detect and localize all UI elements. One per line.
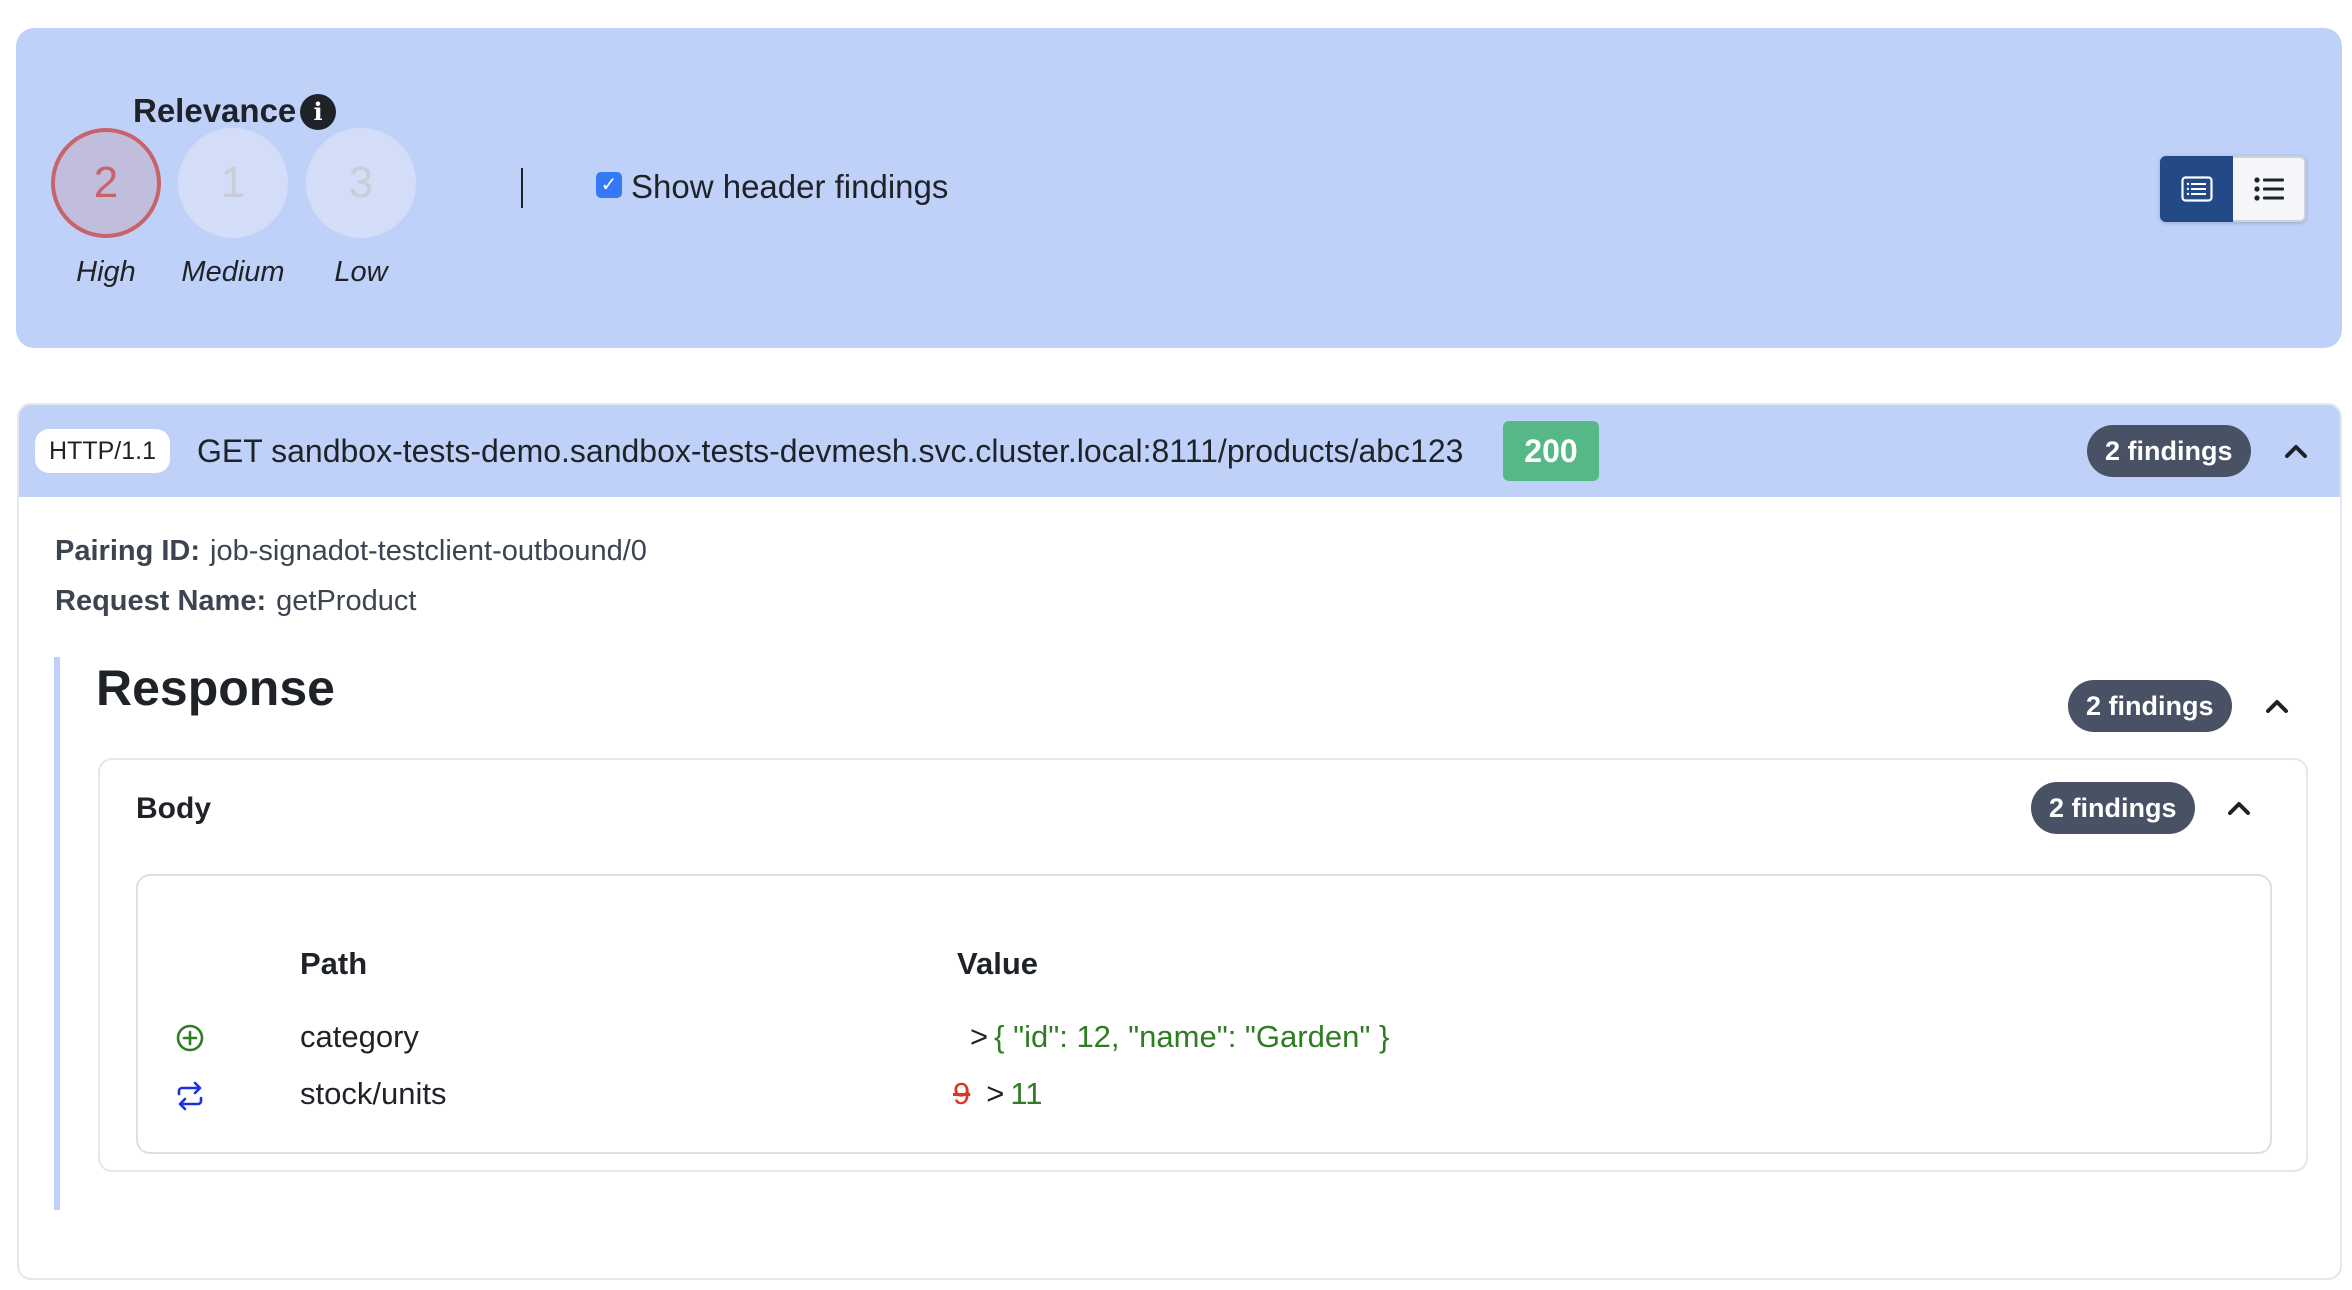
body-title[interactable]: Body bbox=[136, 792, 211, 826]
bullet-list-icon bbox=[2253, 177, 2284, 201]
relevance-medium-label: Medium bbox=[181, 256, 285, 288]
response-section-bar bbox=[54, 657, 60, 1210]
show-header-findings-label[interactable]: Show header findings bbox=[631, 168, 948, 206]
detailed-view-button[interactable] bbox=[2160, 156, 2233, 222]
request-findings-badge: 2 findings bbox=[2087, 425, 2251, 477]
relevance-high-label: High bbox=[76, 256, 136, 288]
column-header-value: Value bbox=[957, 946, 1038, 981]
chevron-up-icon[interactable] bbox=[2281, 436, 2311, 466]
plus-circle-icon bbox=[176, 1024, 204, 1052]
diff-row-value: >{ "id": 12, "name": "Garden" } bbox=[970, 1019, 1389, 1055]
protocol-badge: HTTP/1.1 bbox=[35, 429, 170, 473]
relevance-medium-count: 1 bbox=[220, 158, 246, 207]
swap-arrows-icon bbox=[177, 1081, 203, 1111]
list-view-button[interactable] bbox=[2233, 156, 2306, 222]
relevance-low-count: 3 bbox=[348, 158, 374, 207]
list-card-icon bbox=[2180, 176, 2213, 202]
arrow-right-icon: > bbox=[970, 1019, 989, 1054]
body-section: Body 2 findings Path Value category >{ "… bbox=[98, 758, 2308, 1172]
relevance-high-button[interactable]: 2 bbox=[51, 128, 161, 238]
diff-row-new-value: { "id": 12, "name": "Garden" } bbox=[994, 1019, 1390, 1054]
response-title: Response bbox=[96, 660, 335, 716]
relevance-low-label: Low bbox=[334, 256, 388, 288]
request-name-label: Request Name: bbox=[55, 585, 267, 617]
request-name-row: Request Name: getProduct bbox=[55, 585, 416, 618]
request-line: GET sandbox-tests-demo.sandbox-tests-dev… bbox=[197, 433, 1464, 469]
pairing-id-row: Pairing ID: job-signadot-testclient-outbo… bbox=[55, 535, 647, 568]
chevron-up-icon[interactable] bbox=[2262, 691, 2292, 721]
diff-table: Path Value category >{ "id": 12, "name":… bbox=[136, 874, 2272, 1154]
relevance-title: Relevance bbox=[133, 92, 297, 129]
chevron-up-icon[interactable] bbox=[2224, 793, 2254, 823]
arrow-right-icon: > bbox=[986, 1076, 1005, 1111]
status-badge: 200 bbox=[1503, 421, 1599, 481]
request-card: HTTP/1.1 GET sandbox-tests-demo.sandbox-… bbox=[17, 403, 2342, 1280]
body-findings-badge: 2 findings bbox=[2031, 782, 2195, 834]
view-toggle bbox=[2160, 156, 2306, 222]
request-name-value: getProduct bbox=[276, 585, 417, 617]
diff-row-path: category bbox=[300, 1019, 419, 1054]
relevance-filter-panel: Relevance i 2 1 3 High Medium Low ✓ Show… bbox=[16, 28, 2342, 348]
show-header-findings-checkbox[interactable]: ✓ bbox=[596, 172, 622, 198]
pairing-id-label: Pairing ID: bbox=[55, 535, 201, 567]
relevance-low-button[interactable]: 3 bbox=[306, 128, 416, 238]
diff-row-old-value: 9 bbox=[953, 1076, 971, 1111]
response-findings-badge: 2 findings bbox=[2068, 680, 2232, 732]
relevance-high-count: 2 bbox=[93, 158, 119, 207]
column-header-path: Path bbox=[300, 946, 368, 981]
diff-row-new-value: 11 bbox=[1010, 1076, 1043, 1111]
divider bbox=[521, 168, 523, 208]
pairing-id-value: job-signadot-testclient-outbound/0 bbox=[210, 535, 647, 567]
diff-row-path: stock/units bbox=[300, 1076, 447, 1111]
diff-row-value: 9 >11 bbox=[953, 1076, 1043, 1112]
relevance-medium-button[interactable]: 1 bbox=[178, 128, 288, 238]
request-card-header[interactable]: HTTP/1.1 GET sandbox-tests-demo.sandbox-… bbox=[19, 405, 2340, 497]
info-icon[interactable]: i bbox=[300, 94, 336, 130]
